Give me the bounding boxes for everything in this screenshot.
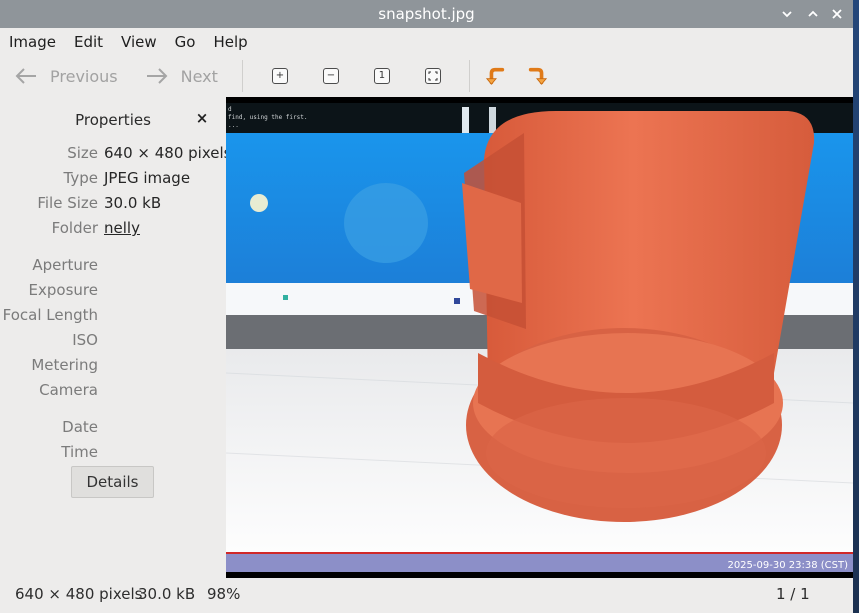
prop-value: 30.0 kB [104, 194, 162, 212]
zoom-fit-button[interactable] [423, 66, 443, 86]
menu-bar: Image Edit View Go Help [0, 28, 853, 55]
prop-key: Type [63, 169, 98, 187]
menu-go[interactable]: Go [166, 28, 205, 55]
folder-link[interactable]: nelly [104, 219, 140, 237]
close-button[interactable] [828, 5, 846, 23]
prop-camera: Camera [0, 381, 226, 401]
photo-timestamp: 2025-09-30 23:38 (CST) [727, 560, 848, 571]
prop-type: Type JPEG image [0, 169, 226, 189]
photo-screen-text: find, using the first. [228, 114, 307, 121]
image-view[interactable]: 2025-09-30 23:38 (CST) d find, using the… [226, 97, 853, 578]
chevron-down-icon [782, 11, 792, 18]
prop-key: Aperture [32, 256, 98, 274]
prop-file-size: File Size 30.0 kB [0, 194, 226, 214]
prop-exposure: Exposure [0, 281, 226, 301]
prop-folder: Folder nelly [0, 219, 226, 239]
status-position: 1 / 1 [776, 585, 810, 603]
maximize-button[interactable] [804, 5, 822, 23]
menu-edit[interactable]: Edit [65, 28, 112, 55]
status-filesize: 30.0 kB [138, 585, 196, 603]
photo-screen-text: ... [228, 122, 239, 129]
rotate-left-icon [485, 67, 505, 85]
toolbar-separator [241, 60, 243, 92]
next-label: Next [180, 66, 218, 86]
prop-key: ISO [72, 331, 98, 349]
prop-time: Time [0, 443, 226, 463]
minimize-button[interactable] [778, 5, 796, 23]
photo-screen-text: d [228, 106, 232, 113]
arrow-left-icon [15, 68, 36, 84]
prop-value: JPEG image [104, 169, 191, 187]
rotate-right-icon [528, 67, 547, 85]
title-bar[interactable]: snapshot.jpg [0, 0, 853, 28]
zoom-out-button[interactable]: − [321, 66, 341, 86]
prop-key: File Size [37, 194, 98, 212]
close-icon [832, 9, 842, 19]
prop-key: Focal Length [2, 306, 98, 324]
status-bar: 640 × 480 pixels 30.0 kB 98% 1 / 1 [0, 578, 853, 613]
prop-key: Metering [31, 356, 98, 374]
window-title: snapshot.jpg [378, 5, 475, 23]
previous-button[interactable]: Previous [14, 56, 118, 96]
zoom-original-icon: 1 [373, 68, 390, 84]
prop-value: 640 × 480 pixels [104, 144, 232, 162]
zoom-in-button[interactable]: + [270, 66, 290, 86]
prop-focal-length: Focal Length [0, 306, 226, 326]
prop-key: Exposure [28, 281, 98, 299]
chevron-up-icon [808, 10, 818, 17]
desktop-background [853, 0, 859, 613]
toolbar: Previous Next + − 1 [0, 55, 853, 97]
zoom-in-icon: + [271, 68, 288, 84]
prop-key: Date [62, 418, 98, 436]
close-panel-icon[interactable]: × [193, 109, 211, 127]
zoom-original-button[interactable]: 1 [372, 66, 392, 86]
menu-help[interactable]: Help [204, 28, 256, 55]
prop-key: Camera [39, 381, 98, 399]
photo-illustration: 2025-09-30 23:38 (CST) d find, using the… [226, 103, 853, 572]
rotate-right-button[interactable] [527, 66, 547, 86]
next-button[interactable]: Next [145, 56, 218, 96]
arrow-right-icon [146, 68, 168, 84]
rotate-left-button[interactable] [485, 66, 506, 86]
properties-panel: Properties × Size 640 × 480 pixels Type … [0, 97, 231, 575]
prop-key: Size [67, 144, 98, 162]
status-dimensions: 640 × 480 pixels [15, 585, 143, 603]
prop-aperture: Aperture [0, 256, 226, 276]
toolbar-separator-2 [468, 60, 470, 92]
zoom-out-icon: − [322, 68, 339, 84]
previous-label: Previous [50, 66, 118, 86]
image-viewer-window: snapshot.jpg Image Edit View Go Help Pre… [0, 0, 853, 613]
details-button[interactable]: Details [71, 466, 154, 498]
prop-size: Size 640 × 480 pixels [0, 144, 231, 164]
prop-key: Time [61, 443, 98, 461]
photo: 2025-09-30 23:38 (CST) d find, using the… [226, 103, 853, 572]
menu-view[interactable]: View [112, 28, 166, 55]
zoom-fit-icon [424, 68, 441, 84]
prop-key: Folder [51, 219, 98, 237]
menu-image[interactable]: Image [0, 28, 65, 55]
status-zoom: 98% [207, 585, 241, 603]
prop-metering: Metering [0, 356, 226, 376]
prop-date: Date [0, 418, 226, 438]
prop-iso: ISO [0, 331, 226, 351]
